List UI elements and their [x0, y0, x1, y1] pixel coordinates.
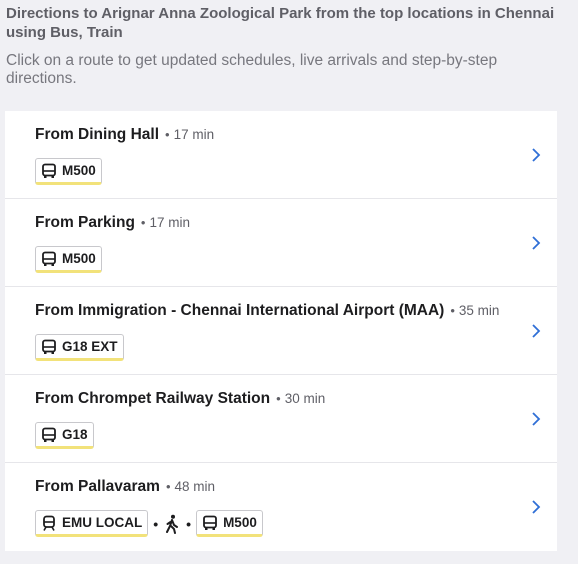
- route-origin: From Immigration - Chennai International…: [35, 302, 445, 319]
- chevron-right-icon[interactable]: [529, 235, 543, 251]
- transit-line-label: M500: [62, 251, 96, 266]
- route-item-parking[interactable]: From Parking • 17 min M500: [5, 199, 557, 287]
- route-duration: 30 min: [284, 391, 326, 406]
- separator-dot: •: [140, 215, 146, 230]
- leg-separator: •: [153, 515, 159, 532]
- separator-dot: •: [165, 127, 170, 142]
- transit-chip: G18: [35, 422, 94, 449]
- chevron-right-icon[interactable]: [529, 499, 543, 515]
- route-origin: From Dining Hall: [35, 126, 159, 143]
- bus-icon: [42, 427, 56, 442]
- route-duration: 48 min: [174, 479, 216, 494]
- transit-line-label: M500: [223, 515, 257, 530]
- bus-icon: [42, 163, 56, 178]
- transit-line-label: G18: [62, 427, 88, 442]
- transit-chip: M500: [196, 510, 263, 537]
- route-duration: 35 min: [458, 303, 500, 318]
- page-header: Directions to Arignar Anna Zoological Pa…: [0, 0, 578, 88]
- page-title: Directions to Arignar Anna Zoological Pa…: [6, 5, 555, 41]
- transit-chip: M500: [35, 246, 102, 273]
- train-icon: [43, 515, 55, 531]
- route-item-pallavaram[interactable]: From Pallavaram • 48 min EMU LOCAL • • M…: [5, 463, 557, 551]
- walk-icon: [166, 514, 179, 534]
- route-origin: From Pallavaram: [35, 478, 160, 495]
- route-origin: From Chrompet Railway Station: [35, 390, 271, 407]
- transit-line-label: G18 EXT: [62, 339, 118, 354]
- chevron-right-icon[interactable]: [529, 323, 543, 339]
- bus-icon: [42, 339, 56, 354]
- transit-line-label: M500: [62, 163, 96, 178]
- route-duration: 17 min: [149, 215, 191, 230]
- walk-step: [163, 514, 181, 534]
- transit-line-label: EMU LOCAL: [62, 515, 143, 530]
- route-item-dining-hall[interactable]: From Dining Hall • 17 min M500: [5, 111, 557, 199]
- separator-dot: •: [450, 303, 455, 318]
- route-item-chrompet[interactable]: From Chrompet Railway Station • 30 min G…: [5, 375, 557, 463]
- route-origin: From Parking: [35, 214, 135, 231]
- transit-chip: EMU LOCAL: [35, 510, 149, 537]
- routes-list: From Dining Hall • 17 min M500 From Park…: [5, 111, 557, 551]
- transit-chip: M500: [35, 158, 102, 185]
- leg-separator: •: [186, 515, 192, 532]
- bus-icon: [42, 251, 56, 266]
- transit-chip: G18 EXT: [35, 334, 124, 361]
- separator-dot: •: [276, 391, 281, 406]
- route-duration: 17 min: [173, 127, 215, 142]
- page-subtitle: Click on a route to get updated schedule…: [6, 52, 498, 87]
- route-item-airport[interactable]: From Immigration - Chennai International…: [5, 287, 557, 375]
- chevron-right-icon[interactable]: [529, 411, 543, 427]
- chevron-right-icon[interactable]: [529, 147, 543, 163]
- bus-icon: [203, 515, 217, 530]
- separator-dot: •: [165, 479, 171, 494]
